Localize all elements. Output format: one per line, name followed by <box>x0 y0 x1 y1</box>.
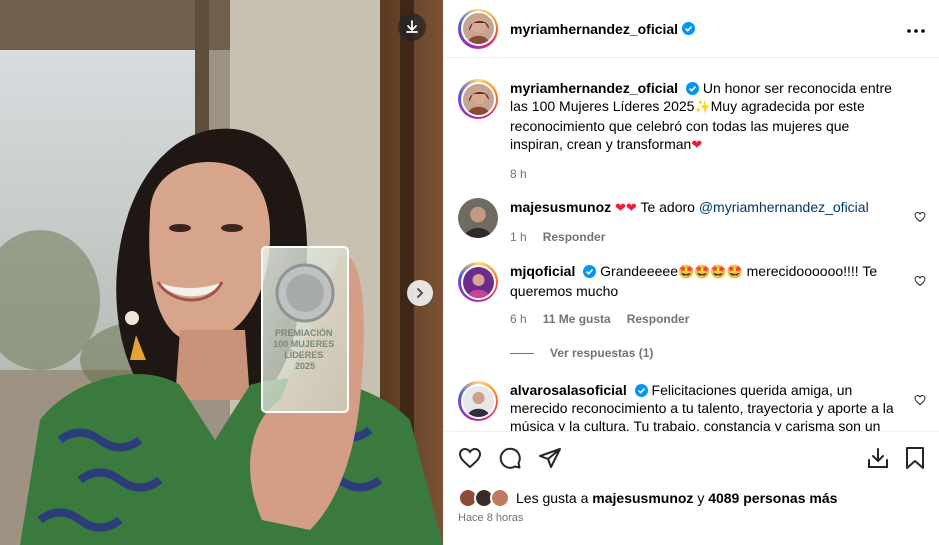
next-photo-button[interactable] <box>407 280 433 306</box>
comment-time[interactable]: 6 h <box>510 310 527 328</box>
comment-button[interactable] <box>498 446 522 473</box>
verified-icon <box>583 265 597 278</box>
download-icon <box>406 20 418 33</box>
reply-button[interactable]: Responder <box>627 310 690 328</box>
share-icon <box>539 448 561 468</box>
star-struck-emoji: 🤩🤩🤩🤩 <box>677 265 743 280</box>
post-photo[interactable]: PREMIACIÓN 100 MUJERES LÍDERES 2025 <box>0 0 443 545</box>
post-actions: Les gusta a majesusmunoz y 4089 personas… <box>444 431 939 545</box>
view-replies-button[interactable]: Ver respuestas (1) <box>510 346 653 360</box>
view-replies-label: Ver respuestas (1) <box>550 346 654 360</box>
heart-emoji: ❤ <box>691 138 703 153</box>
likes-connector: y <box>697 490 705 506</box>
liker-avatars <box>458 488 512 508</box>
verified-icon <box>682 22 696 35</box>
download-button[interactable] <box>398 13 426 41</box>
comment-mention[interactable]: @myriamhernandez_oficial <box>699 199 869 215</box>
comment-text: Te adoro <box>640 199 695 215</box>
post-header: myriamhernandez_oficial <box>444 0 939 58</box>
comment-time[interactable]: 1 h <box>510 228 527 246</box>
caption-author-avatar[interactable] <box>458 79 498 119</box>
caption-username[interactable]: myriamhernandez_oficial <box>510 80 678 96</box>
comment-username[interactable]: mjqoficial <box>510 263 575 279</box>
post-dialog: PREMIACIÓN 100 MUJERES LÍDERES 2025 myri… <box>0 0 939 545</box>
comment-item: alvarosalasoficial Felicitaciones querid… <box>458 381 926 431</box>
like-button[interactable] <box>458 446 482 473</box>
likes-prefix: Les gusta a <box>516 490 589 506</box>
comment-like-count[interactable]: 11 Me gusta <box>543 310 611 328</box>
sparkles-emoji: ✨ <box>694 100 711 115</box>
share-button[interactable] <box>538 446 562 473</box>
comment-text-start: Grandeeeee <box>600 263 678 279</box>
verified-icon <box>685 82 699 95</box>
likes-summary[interactable]: Les gusta a majesusmunoz y 4089 personas… <box>458 488 837 508</box>
heart-icon <box>914 211 926 223</box>
replies-divider <box>510 352 534 354</box>
save-to-collection-button[interactable] <box>866 446 890 473</box>
save-to-collection-icon <box>868 448 888 468</box>
commenter-avatar[interactable] <box>458 381 498 421</box>
comment-username[interactable]: alvarosalasoficial <box>510 382 627 398</box>
caption-time[interactable]: 8 h <box>510 165 527 183</box>
chevron-right-icon <box>417 288 424 298</box>
photo-scene: PREMIACIÓN 100 MUJERES LÍDERES 2025 <box>0 0 443 545</box>
avatar-image <box>462 83 494 115</box>
bookmark-icon <box>906 447 924 469</box>
comment-username[interactable]: majesusmunoz <box>510 199 611 215</box>
comment-icon <box>499 447 521 469</box>
heart-icon <box>914 275 926 287</box>
comments-list[interactable]: myriamhernandez_oficial Un honor ser rec… <box>444 59 939 431</box>
comment-like-button[interactable] <box>914 393 926 409</box>
comment-item: majesusmunoz ❤❤ Te adoro @myriamhernande… <box>458 198 926 246</box>
post-caption: myriamhernandez_oficial Un honor ser rec… <box>458 79 926 183</box>
comment-item: mjqoficial Grandeeeee🤩🤩🤩🤩 merecidoooooo!… <box>458 262 926 328</box>
comment-like-button[interactable] <box>914 274 926 290</box>
commenter-avatar[interactable] <box>458 262 498 302</box>
avatar-image <box>462 13 494 44</box>
liker-username[interactable]: majesusmunoz <box>592 490 693 506</box>
bookmark-button[interactable] <box>904 446 926 473</box>
posted-time[interactable]: Hace 8 horas <box>458 512 523 524</box>
heart-icon <box>458 447 482 469</box>
avatar-image <box>462 385 494 417</box>
heart-emoji: ❤❤ <box>615 201 637 216</box>
more-icon <box>907 29 925 33</box>
reply-button[interactable]: Responder <box>543 228 606 246</box>
author-avatar[interactable] <box>458 8 498 49</box>
verified-icon <box>634 384 648 397</box>
avatar-image <box>462 266 494 298</box>
commenter-avatar[interactable] <box>458 198 498 238</box>
more-options-button[interactable] <box>907 16 925 39</box>
heart-icon <box>914 394 926 406</box>
comment-like-button[interactable] <box>914 210 926 226</box>
author-username[interactable]: myriamhernandez_oficial <box>510 21 678 37</box>
post-side-panel: myriamhernandez_oficial myriamhernandez_… <box>443 0 939 545</box>
likes-others[interactable]: 4089 personas más <box>708 490 837 506</box>
